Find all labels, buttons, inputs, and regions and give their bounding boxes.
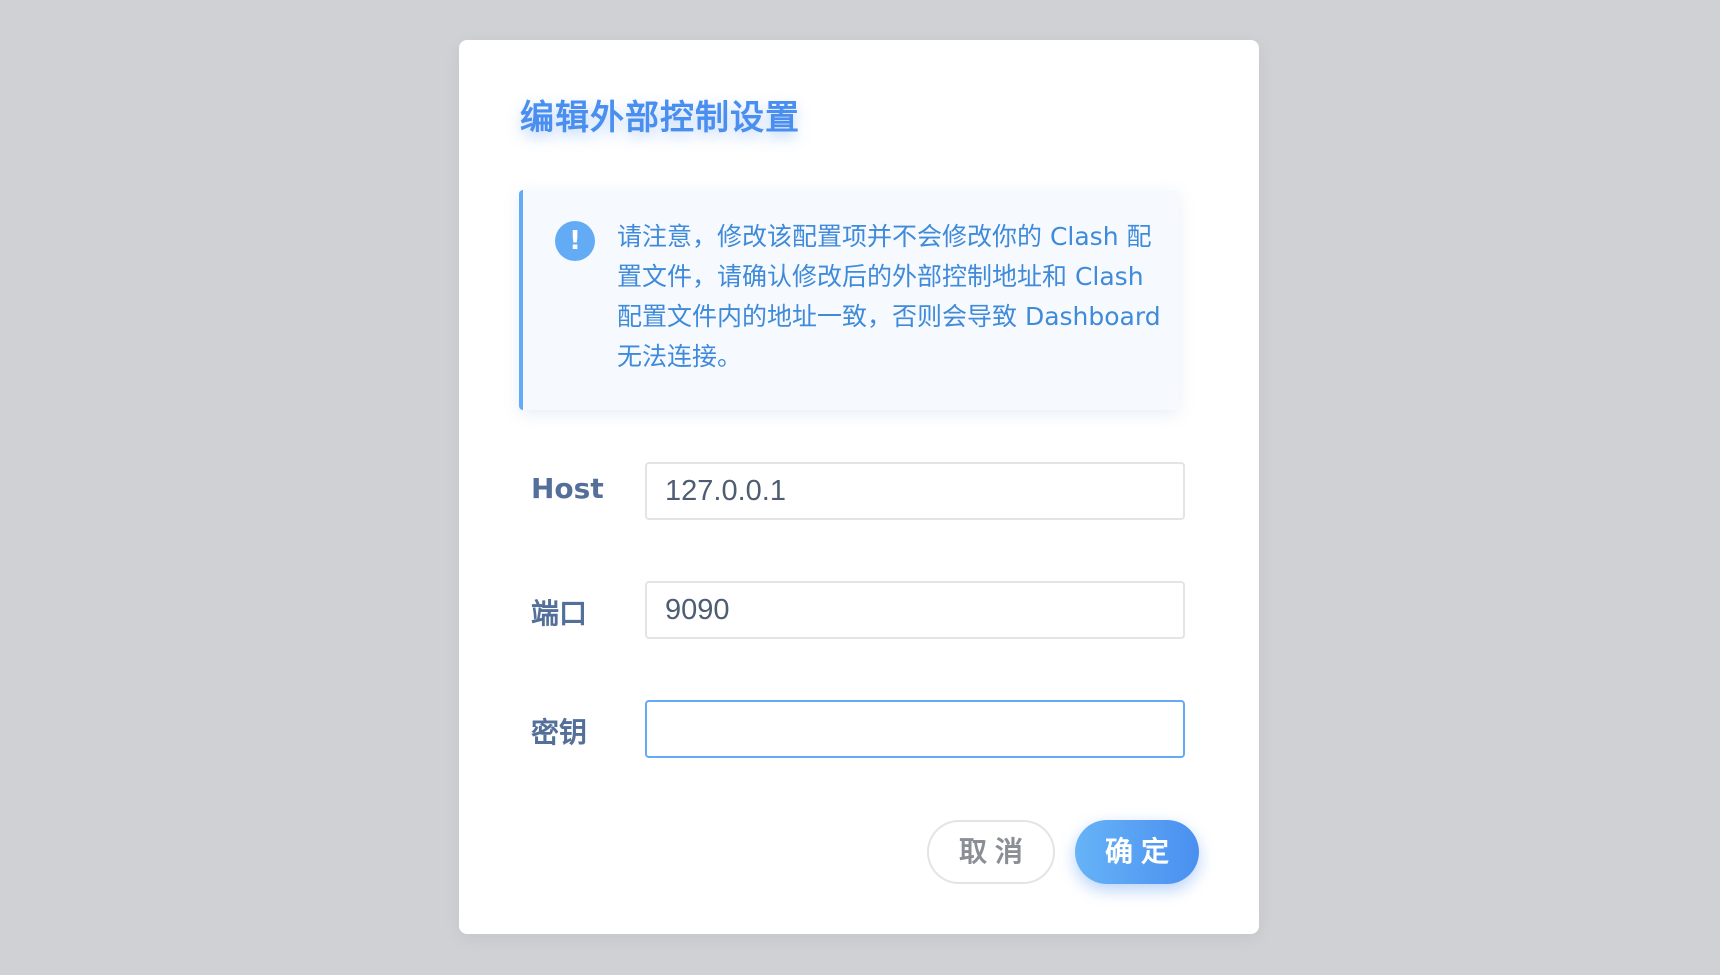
confirm-button[interactable]: 确定 (1075, 820, 1199, 884)
cancel-button[interactable]: 取消 (927, 820, 1055, 884)
info-icon: ! (555, 221, 595, 261)
port-input[interactable] (645, 581, 1185, 639)
secret-label: 密钥 (531, 716, 588, 749)
warning-alert: ! 请注意，修改该配置项并不会修改你的 Clash 配置文件，请确认修改后的外部… (519, 190, 1179, 410)
secret-input[interactable] (645, 700, 1185, 758)
host-input[interactable] (645, 462, 1185, 520)
external-control-dialog: 编辑外部控制设置 ! 请注意，修改该配置项并不会修改你的 Clash 配置文件，… (459, 40, 1259, 934)
port-label: 端口 (531, 597, 588, 630)
host-label: Host (531, 472, 604, 505)
dialog-title: 编辑外部控制设置 (520, 98, 800, 138)
alert-message: 请注意，修改该配置项并不会修改你的 Clash 配置文件，请确认修改后的外部控制… (617, 222, 1161, 371)
